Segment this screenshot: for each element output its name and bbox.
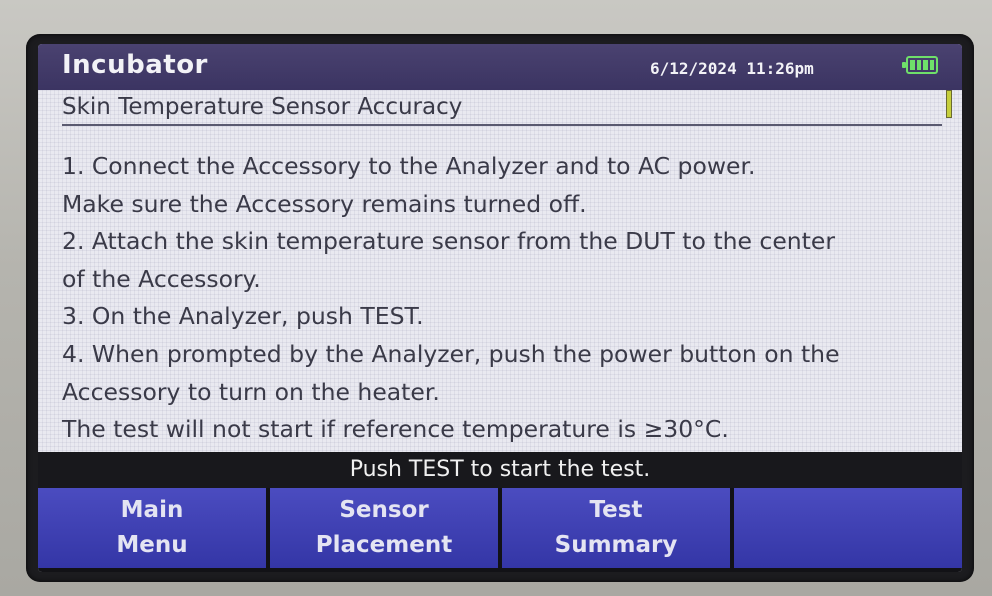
- title-bar: Incubator 6/12/2024 11:26pm: [38, 44, 962, 90]
- display-screen: Incubator 6/12/2024 11:26pm Skin Tempera…: [38, 44, 962, 572]
- softkey-label-line2: Summary: [554, 532, 678, 558]
- status-bar: Push TEST to start the test.: [38, 452, 962, 488]
- softkey-label-line2: Placement: [315, 532, 453, 558]
- instruction-line: 4. When prompted by the Analyzer, push t…: [62, 339, 840, 368]
- softkey-label-line1: Main: [120, 497, 184, 523]
- softkey-label-line1: Test: [589, 497, 643, 523]
- status-message: Push TEST to start the test.: [349, 457, 651, 482]
- scroll-indicator: [946, 90, 952, 118]
- instruction-line: 1. Connect the Accessory to the Analyzer…: [62, 152, 756, 180]
- battery-full-icon: [902, 56, 938, 74]
- instructions-text: 1. Connect the Accessory to the Analyzer…: [62, 148, 952, 449]
- blank-softkey-button[interactable]: [734, 488, 962, 568]
- instruction-line: Accessory to turn on the heater.: [62, 377, 440, 406]
- softkey-bar: Main Menu Sensor Placement Test Summary: [38, 488, 962, 572]
- instruction-line: The test will not start if reference tem…: [62, 415, 729, 444]
- instruction-line: 3. On the Analyzer, push TEST.: [62, 302, 424, 331]
- content-area: Skin Temperature Sensor Accuracy 1. Conn…: [38, 90, 962, 452]
- instruction-line: Make sure the Accessory remains turned o…: [62, 189, 587, 218]
- analyzer-device: Incubator 6/12/2024 11:26pm Skin Tempera…: [0, 0, 992, 596]
- instruction-line: of the Accessory.: [62, 264, 261, 293]
- instruction-line: 2. Attach the skin temperature sensor fr…: [62, 227, 835, 256]
- softkey-label-line2: Menu: [116, 532, 188, 558]
- test-summary-button[interactable]: Test Summary: [502, 488, 730, 568]
- sensor-placement-button[interactable]: Sensor Placement: [270, 488, 498, 568]
- main-menu-button[interactable]: Main Menu: [38, 488, 266, 568]
- softkey-label-line1: Sensor: [339, 497, 429, 523]
- page-title: Skin Temperature Sensor Accuracy: [62, 94, 942, 126]
- app-title: Incubator: [62, 50, 208, 80]
- date-time: 6/12/2024 11:26pm: [650, 59, 814, 78]
